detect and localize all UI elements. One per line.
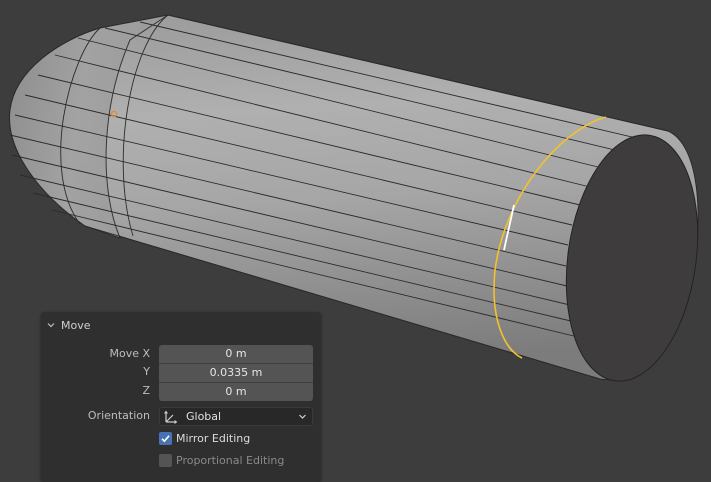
orientation-label: Orientation bbox=[87, 409, 150, 422]
orientation-value: Global bbox=[186, 410, 222, 423]
mirror-editing-label: Mirror Editing bbox=[176, 431, 251, 445]
move-y-field[interactable]: 0.0335 m bbox=[159, 363, 313, 382]
panel-title: Move bbox=[61, 318, 91, 332]
move-x-row: Move X 0 m bbox=[41, 345, 321, 363]
global-orientation-icon bbox=[164, 410, 178, 424]
move-x-label: Move X bbox=[109, 347, 150, 360]
move-z-row: Z 0 m bbox=[41, 382, 321, 401]
move-y-label: Y bbox=[143, 365, 150, 378]
operator-panel-move[interactable]: Move Move X 0 m Y 0.0335 m Z 0 m Orienta… bbox=[41, 312, 321, 482]
orientation-row: Orientation Global bbox=[41, 407, 321, 426]
proportional-editing-label: Proportional Editing bbox=[176, 453, 285, 467]
mirror-editing-toggle[interactable]: Mirror Editing bbox=[159, 430, 250, 446]
move-z-field[interactable]: 0 m bbox=[159, 382, 313, 401]
proportional-editing-toggle[interactable]: Proportional Editing bbox=[159, 452, 284, 468]
chevron-down-icon bbox=[298, 412, 307, 421]
move-y-row: Y 0.0335 m bbox=[41, 363, 321, 382]
mirror-editing-checkbox[interactable] bbox=[159, 431, 172, 445]
move-z-label: Z bbox=[142, 384, 150, 397]
chevron-down-icon[interactable] bbox=[47, 321, 55, 329]
move-x-field[interactable]: 0 m bbox=[159, 345, 313, 363]
proportional-editing-checkbox[interactable] bbox=[159, 453, 172, 467]
orientation-dropdown[interactable]: Global bbox=[159, 407, 313, 426]
panel-header[interactable]: Move bbox=[47, 317, 91, 333]
